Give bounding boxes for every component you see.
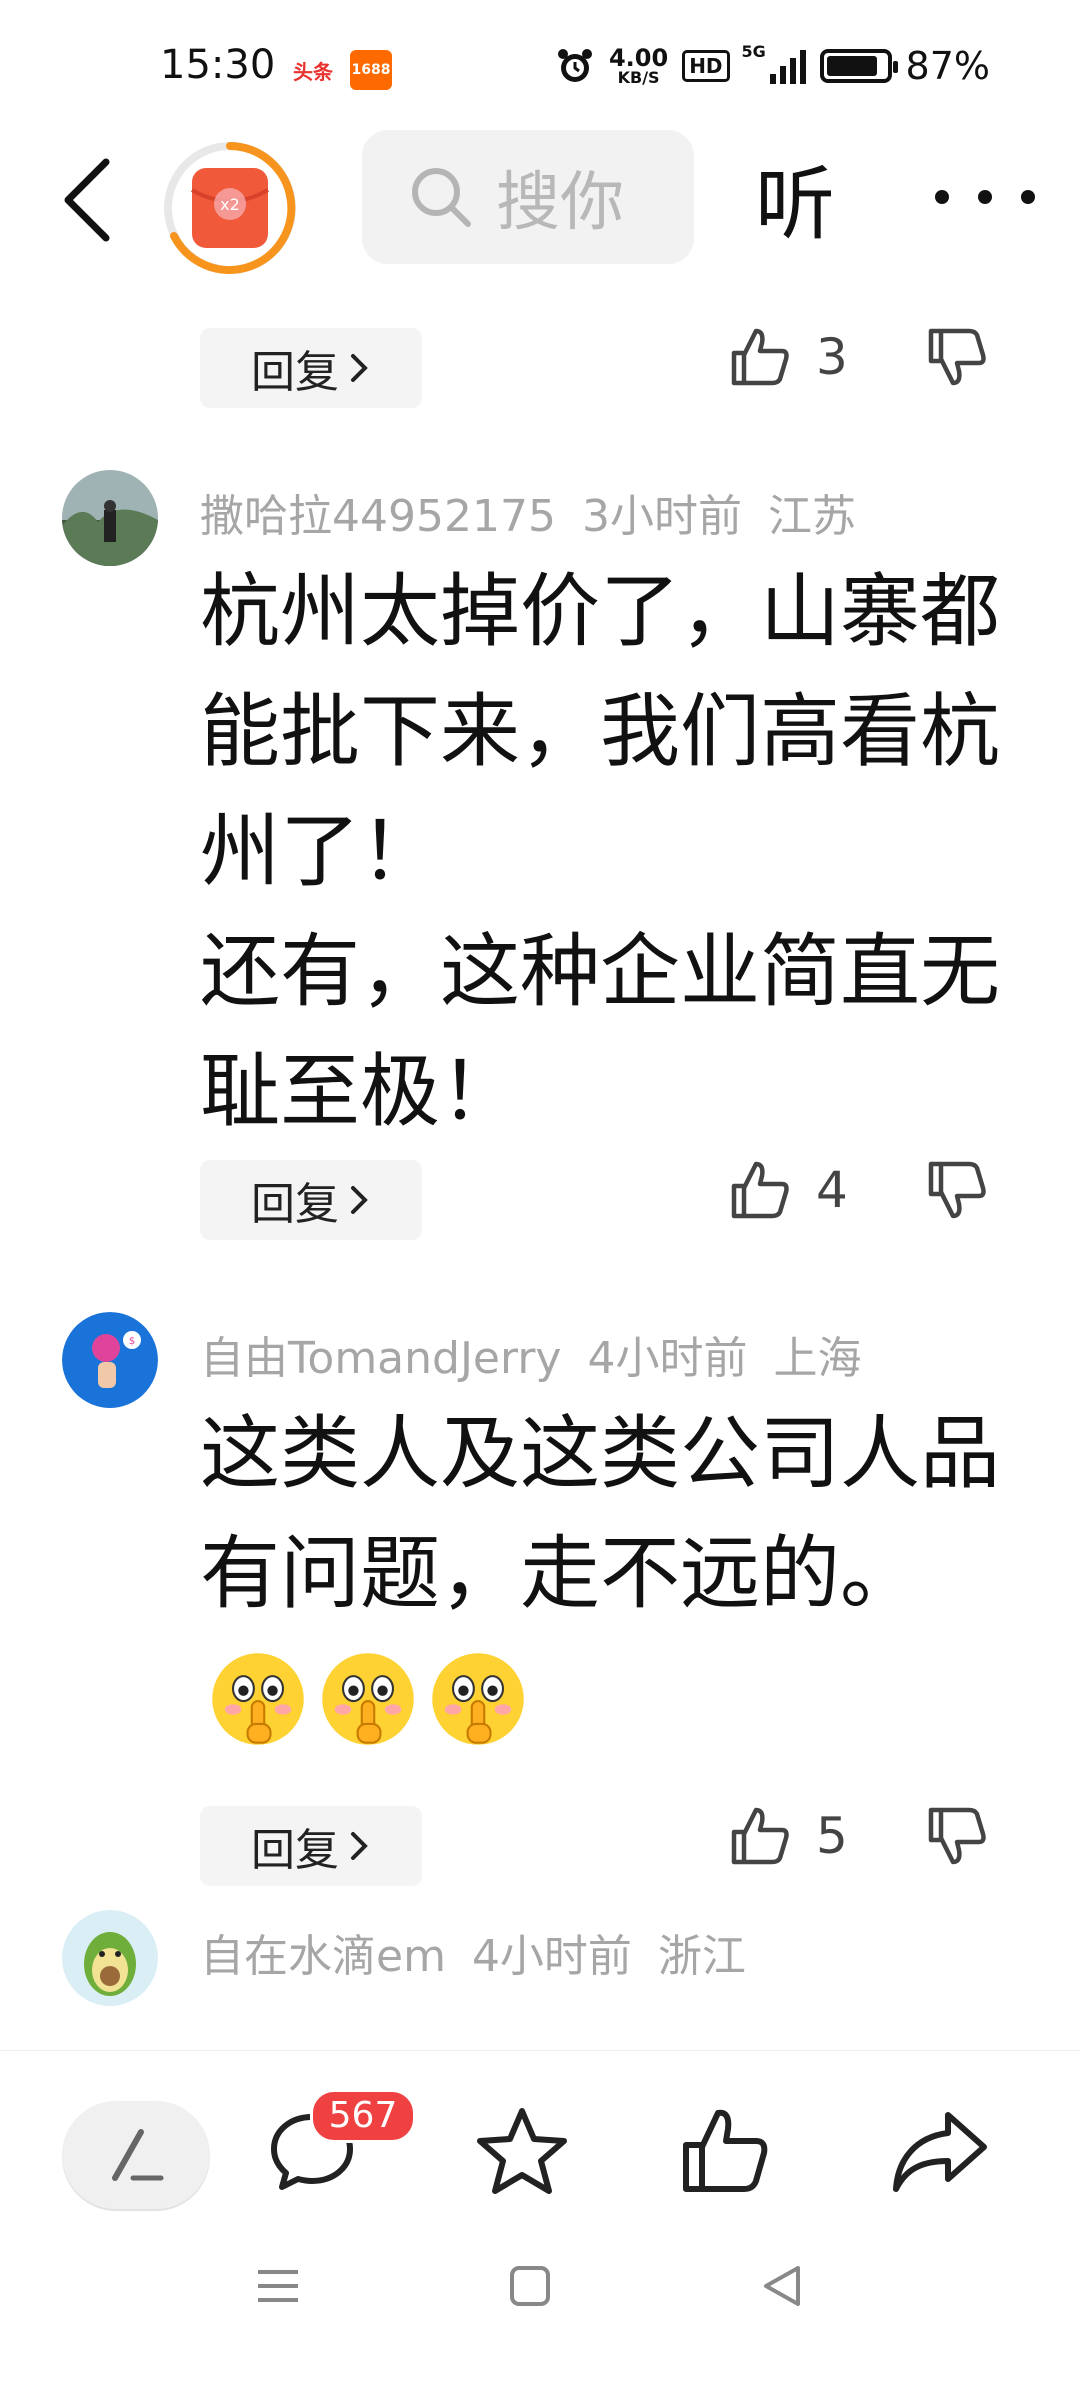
search-input[interactable]: 搜你	[362, 130, 694, 264]
thumbs-up-icon	[731, 1161, 789, 1219]
1688-app-icon: 1688	[350, 50, 392, 90]
chevron-right-icon	[351, 354, 368, 382]
star-icon[interactable]	[472, 2103, 572, 2199]
username[interactable]: 撒哈拉44952175	[200, 491, 556, 542]
like-button[interactable]: 5	[728, 1804, 848, 1868]
reply-button[interactable]: 回复	[200, 328, 422, 408]
reply-button[interactable]: 回复	[200, 1160, 422, 1240]
system-nav-bar	[0, 2260, 1080, 2400]
comment-meta: 自在水滴em 4小时前 浙江	[200, 1920, 746, 1984]
thumbs-down-icon[interactable]	[925, 1804, 989, 1868]
thumbs-up-icon	[731, 1807, 789, 1865]
comment-time: 4小时前	[471, 1931, 632, 1982]
shushing-face-emoji	[322, 1653, 414, 1745]
avatar[interactable]	[62, 1910, 158, 2006]
search-placeholder: 搜你	[496, 166, 624, 240]
battery-icon	[819, 49, 898, 83]
thumbs-up-icon	[731, 328, 789, 386]
thumbs-up-icon[interactable]	[676, 2103, 772, 2199]
like-count: 5	[816, 1807, 848, 1865]
comment-time: 3小时前	[581, 491, 742, 542]
comment-location: 浙江	[657, 1931, 746, 1982]
red-packet-icon[interactable]: x2	[162, 140, 298, 276]
write-comment-button[interactable]	[62, 2101, 210, 2209]
status-bar: 15:30 头条 1688 4.00 KB/S HD 5G 87%	[0, 0, 1080, 140]
username[interactable]: 自在水滴em	[200, 1931, 446, 1982]
comment-location: 江苏	[767, 491, 856, 542]
toutiao-app-icon: 头条	[292, 50, 334, 90]
back-arrow-icon[interactable]	[50, 152, 130, 248]
like-button[interactable]: 3	[728, 325, 848, 389]
svg-text:x2: x2	[220, 195, 240, 214]
shushing-face-emoji	[212, 1653, 304, 1745]
comment-text: 这类人及这类公司人品有问题，走不远的。	[200, 1394, 1000, 1754]
status-right-group: 4.00 KB/S HD 5G 87%	[555, 42, 990, 88]
thumbs-down-icon[interactable]	[925, 1158, 989, 1222]
search-icon	[412, 168, 471, 227]
more-icon[interactable]	[930, 185, 1040, 209]
like-button[interactable]: 4	[728, 1158, 848, 1222]
hd-badge: HD	[682, 50, 730, 82]
chevron-right-icon	[351, 1186, 368, 1214]
comment-location: 上海	[773, 1333, 862, 1384]
home-icon[interactable]	[508, 2264, 552, 2308]
alarm-icon	[557, 49, 592, 82]
shushing-face-emoji	[432, 1653, 524, 1745]
like-count: 3	[816, 328, 848, 386]
comment-item: 自在水滴em 4小时前 浙江	[0, 1910, 1080, 2050]
bottom-action-bar: 567	[0, 2050, 1080, 2209]
menu-icon[interactable]	[254, 2262, 302, 2310]
battery-percent: 87%	[905, 44, 990, 88]
signal-icon: 5G	[742, 42, 806, 84]
comment-count-badge: 567	[310, 2089, 416, 2143]
comment-time: 4小时前	[587, 1333, 748, 1384]
username[interactable]: 自由TomandJerry	[200, 1333, 561, 1384]
net-speed: 4.00 KB/S	[608, 44, 669, 87]
like-count: 4	[816, 1161, 848, 1219]
back-triangle-icon[interactable]	[760, 2262, 804, 2310]
comment-meta: 自由TomandJerry 4小时前 上海	[200, 1322, 861, 1386]
status-time: 15:30	[160, 42, 276, 88]
avatar[interactable]: $	[62, 1312, 158, 1408]
share-icon[interactable]	[888, 2103, 992, 2199]
comment-meta: 撒哈拉44952175 3小时前 江苏	[200, 480, 856, 544]
listen-button[interactable]: 听	[755, 140, 835, 256]
comment-text: 杭州太掉价了，山寨都能批下来，我们高看杭州了！ 还有，这种企业简直无耻至极！	[200, 565, 1000, 1138]
thumbs-down-icon[interactable]	[925, 325, 989, 389]
top-bar: x2 搜你 听	[0, 130, 1080, 274]
svg-text:$: $	[129, 1336, 135, 1347]
pen-icon	[112, 2129, 164, 2181]
reply-button[interactable]: 回复	[200, 1806, 422, 1886]
chevron-right-icon	[351, 1832, 368, 1860]
avatar[interactable]	[62, 470, 158, 566]
